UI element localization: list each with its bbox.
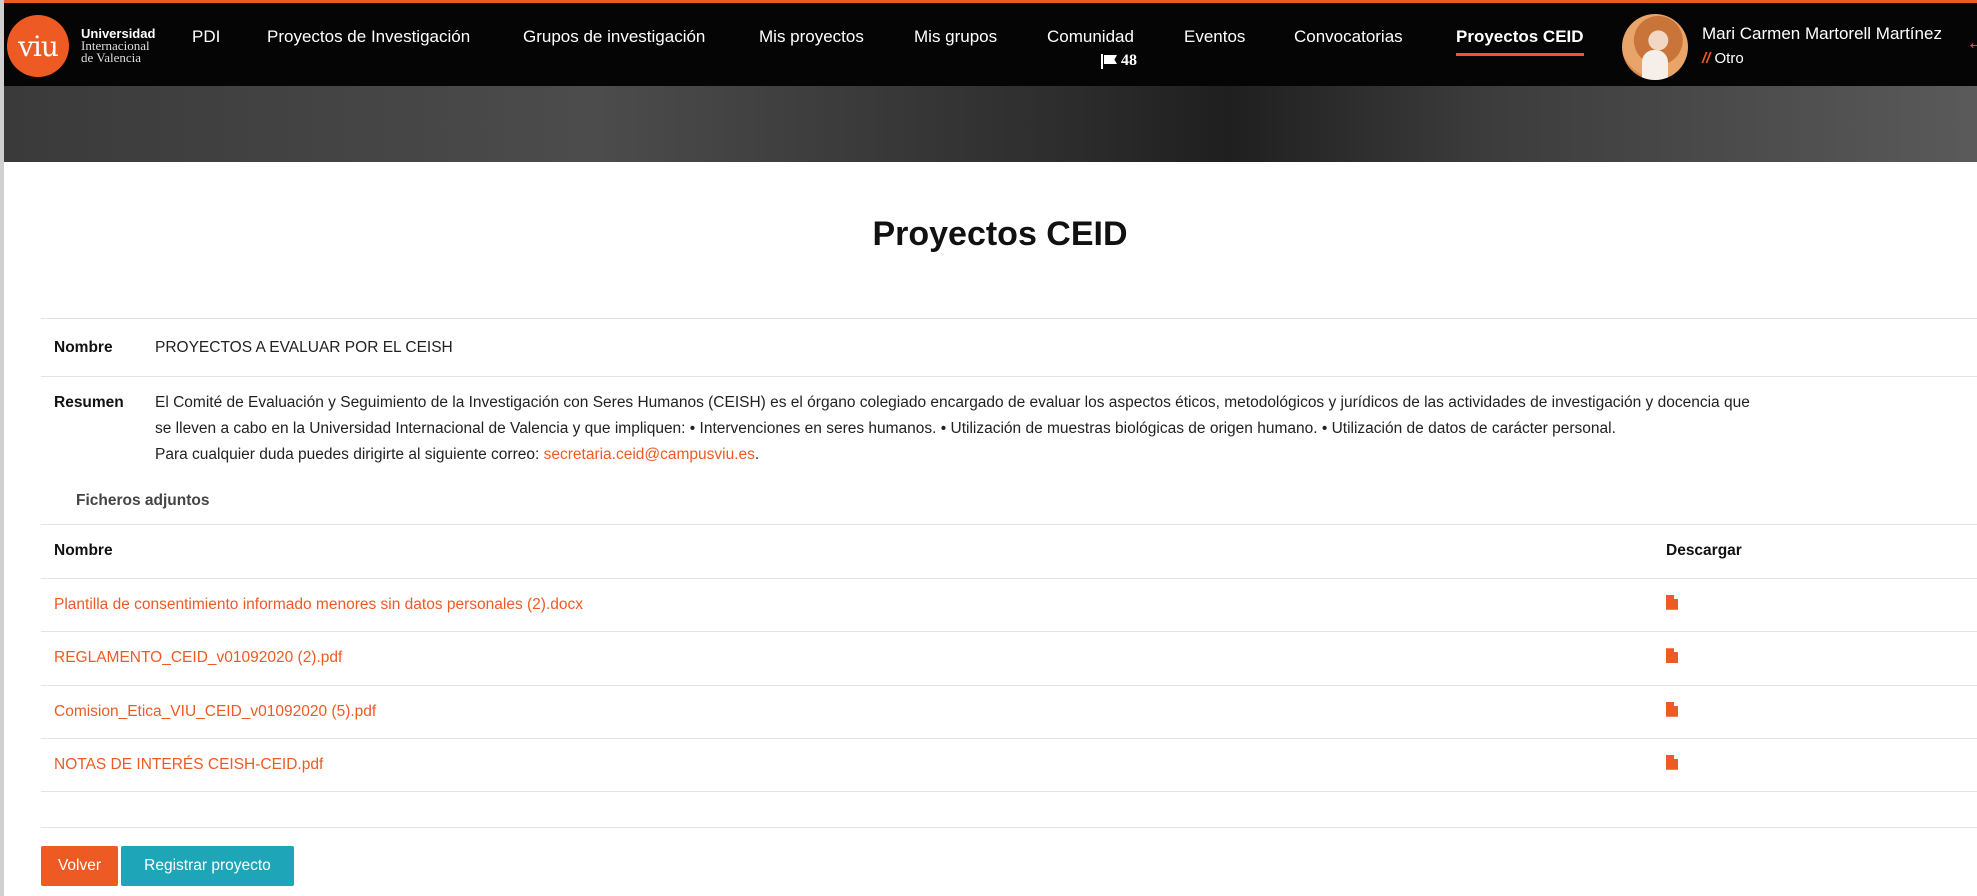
nav-proyectos-investigacion[interactable]: Proyectos de Investigación (267, 27, 470, 47)
nav-mis-proyectos[interactable]: Mis proyectos (759, 27, 864, 47)
table-row: NOTAS DE INTERÉS CEISH-CEID.pdf (41, 738, 1977, 792)
file-download-icon[interactable] (1666, 701, 1678, 717)
logout-arrow-icon[interactable]: ← (1966, 33, 1977, 53)
column-header-descargar: Descargar (1666, 542, 1742, 560)
top-navigation-bar: viu Universidad Internacional de Valenci… (4, 0, 1977, 86)
file-link[interactable]: Plantilla de consentimiento informado me… (54, 596, 583, 613)
file-link[interactable]: NOTAS DE INTERÉS CEISH-CEID.pdf (54, 756, 323, 773)
role-prefix: // (1702, 50, 1711, 67)
file-download-icon[interactable] (1666, 594, 1678, 610)
nav-comunidad[interactable]: Comunidad (1047, 27, 1134, 47)
detail-row-nombre: Nombre PROYECTOS A EVALUAR POR EL CEISH (41, 318, 1977, 376)
page-title: Proyectos CEID (872, 215, 1128, 253)
header-banner (4, 86, 1977, 162)
file-link[interactable]: Comision_Etica_VIU_CEID_v01092020 (5).pd… (54, 703, 376, 720)
window-left-edge (0, 0, 4, 896)
table-row: Comision_Etica_VIU_CEID_v01092020 (5).pd… (41, 684, 1977, 739)
resumen-label: Resumen (54, 394, 124, 411)
resumen-line-1: El Comité de Evaluación y Seguimiento de… (155, 394, 1750, 411)
attachments-table: Nombre Descargar Plantilla de consentimi… (41, 524, 1977, 792)
resumen-contact-text: Para cualquier duda puedes dirigirte al … (155, 446, 544, 463)
nav-eventos[interactable]: Eventos (1184, 27, 1245, 47)
nombre-label: Nombre (54, 339, 113, 356)
project-details: Nombre PROYECTOS A EVALUAR POR EL CEISH … (41, 318, 1977, 483)
nav-pdi[interactable]: PDI (192, 27, 220, 47)
divider (41, 827, 1977, 828)
university-logo[interactable]: viu Universidad Internacional de Valenci… (7, 15, 155, 77)
logo-text: Universidad Internacional de Valencia (81, 27, 155, 65)
role-label: Otro (1714, 50, 1744, 67)
user-role: // Otro (1702, 50, 1744, 67)
email-link[interactable]: secretaria.ceid@campusviu.es (544, 446, 755, 463)
nav-convocatorias[interactable]: Convocatorias (1294, 27, 1403, 47)
attachments-header-row: Nombre Descargar (41, 524, 1977, 578)
nav-mis-grupos[interactable]: Mis grupos (914, 27, 997, 47)
nav-grupos-investigacion[interactable]: Grupos de investigación (523, 27, 705, 47)
resumen-period: . (754, 446, 760, 463)
file-download-icon[interactable] (1666, 648, 1678, 664)
resumen-value: El Comité de Evaluación y Seguimiento de… (155, 390, 1790, 468)
file-download-icon[interactable] (1666, 754, 1678, 770)
attachments-title: Ficheros adjuntos (76, 492, 210, 509)
table-row: Plantilla de consentimiento informado me… (41, 577, 1977, 632)
logo-mark: viu (7, 15, 69, 77)
nav-proyectos-ceid[interactable]: Proyectos CEID (1456, 27, 1584, 56)
logo-line-3: de Valencia (81, 50, 142, 65)
resumen-line-3: Para cualquier duda puedes dirigirte al … (155, 442, 1750, 468)
avatar[interactable] (1622, 14, 1688, 80)
file-link[interactable]: REGLAMENTO_CEID_v01092020 (2).pdf (54, 649, 342, 666)
community-badge[interactable]: 48 (1101, 52, 1137, 70)
user-name[interactable]: Mari Carmen Martorell Martínez (1702, 24, 1942, 44)
flag-icon (1101, 54, 1118, 69)
detail-row-resumen: Resumen El Comité de Evaluación y Seguim… (41, 376, 1977, 483)
nombre-value: PROYECTOS A EVALUAR POR EL CEISH (155, 339, 453, 356)
resumen-line-2: se lleven a cabo en la Universidad Inter… (155, 420, 1616, 437)
column-header-nombre: Nombre (54, 542, 113, 560)
table-row: REGLAMENTO_CEID_v01092020 (2).pdf (41, 631, 1977, 685)
community-badge-count: 48 (1121, 52, 1137, 69)
register-project-button[interactable]: Registrar proyecto (121, 846, 294, 886)
back-button[interactable]: Volver (41, 846, 118, 886)
